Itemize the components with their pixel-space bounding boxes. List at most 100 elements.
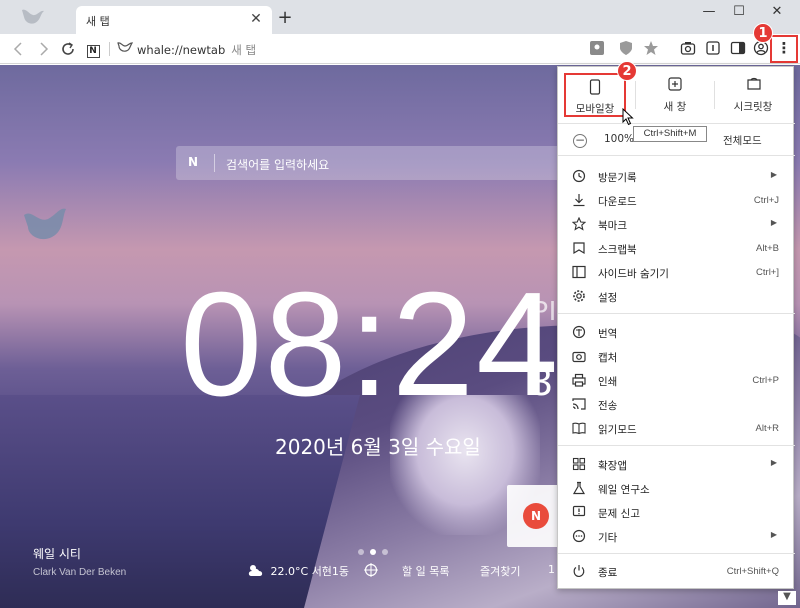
scroll-down-arrow-icon[interactable]: ▼ xyxy=(778,591,796,605)
menu-item-bookmark[interactable]: 북마크 ▶ xyxy=(558,213,795,237)
menu-top-separator xyxy=(714,81,715,109)
menu-item-translate[interactable]: 번역 xyxy=(558,321,795,345)
clock-seconds: 3 xyxy=(530,360,553,404)
menu-item-label: 북마크 xyxy=(598,220,627,232)
title-bar: 새 탭 ✕ + — ☐ ✕ xyxy=(0,0,800,34)
background-place[interactable]: 웨일 시티 xyxy=(33,545,81,562)
naver-logo-icon: N xyxy=(188,155,199,169)
menu-separator xyxy=(558,313,795,314)
shield-icon[interactable] xyxy=(617,40,635,58)
submenu-arrow-icon: ▶ xyxy=(770,530,777,539)
address-bar[interactable]: whale://newtab 새 탭 xyxy=(137,42,256,58)
reader-icon[interactable] xyxy=(704,40,722,58)
download-icon xyxy=(572,193,586,207)
partial-bottom-item[interactable]: 1 xyxy=(548,563,555,576)
back-icon[interactable] xyxy=(10,40,28,58)
weather-temp: 22.0°C xyxy=(270,565,309,578)
url-text: whale://newtab xyxy=(137,43,226,57)
phone-icon xyxy=(588,79,602,95)
menu-item-print[interactable]: 인쇄 Ctrl+P xyxy=(558,369,795,393)
cast-icon xyxy=(572,397,586,411)
menu-item-sidebar[interactable]: 사이드바 숨기기 Ctrl+] xyxy=(558,261,795,285)
print-icon xyxy=(572,373,586,387)
report-icon xyxy=(572,505,586,519)
todo-link[interactable]: 할 일 목록 xyxy=(402,563,449,579)
pager-dot[interactable] xyxy=(358,549,364,555)
new-tab-button[interactable]: + xyxy=(276,9,294,27)
menu-separator xyxy=(558,553,795,554)
menu-item-scrapbook[interactable]: 스크랩북 Alt+B xyxy=(558,237,795,261)
maximize-button[interactable]: ☐ xyxy=(727,2,751,22)
whale-logo-icon xyxy=(22,9,44,24)
zoom-out-button[interactable]: − xyxy=(573,134,587,148)
star-icon xyxy=(571,216,587,231)
secret-window-button[interactable]: 시크릿창 xyxy=(722,73,784,117)
bookmark-star-icon[interactable] xyxy=(642,40,660,58)
clock-date: 2020년 6월 3일 수요일 xyxy=(275,435,481,459)
zoom-level: 100% xyxy=(604,133,635,145)
menu-item-label: 기타 xyxy=(598,532,618,544)
pager-dot-active[interactable] xyxy=(370,549,376,555)
new-window-icon xyxy=(668,77,682,93)
menu-item-reading-mode[interactable]: 읽기모드 Alt+R xyxy=(558,417,795,441)
photographer-credit[interactable]: Clark Van Der Beken xyxy=(33,567,126,578)
menu-item-history[interactable]: 방문기록 ▶ xyxy=(558,165,795,189)
menu-item-label: 사이드바 숨기기 xyxy=(598,268,669,280)
sidebar-toggle-icon[interactable] xyxy=(729,40,747,58)
background-pager xyxy=(358,545,394,558)
tab-close-icon[interactable]: ✕ xyxy=(248,11,264,27)
weather-widget[interactable]: 22.0°C 서현1동 xyxy=(247,563,349,579)
menu-item-cast[interactable]: 전송 xyxy=(558,393,795,417)
menu-item-whale-labs[interactable]: 웨일 연구소 xyxy=(558,477,795,501)
main-menu-button[interactable]: ⋮ xyxy=(770,35,798,63)
gear-icon xyxy=(572,289,586,303)
history-icon xyxy=(572,169,586,183)
more-icon xyxy=(572,529,586,543)
new-window-button[interactable]: 새 창 xyxy=(644,73,706,117)
favorites-link[interactable]: 즐겨찾기 xyxy=(480,563,520,579)
whale-bird-icon[interactable] xyxy=(22,205,68,245)
menu-item-label: 번역 xyxy=(598,328,618,340)
annotation-badge-2: 2 xyxy=(617,61,637,81)
power-icon xyxy=(572,564,586,578)
url-separator xyxy=(109,42,110,56)
menu-item-shortcut: Alt+B xyxy=(756,243,779,254)
search-separator xyxy=(214,154,215,172)
location-icon[interactable] xyxy=(588,40,606,58)
translate-icon xyxy=(572,325,586,339)
forward-icon[interactable] xyxy=(34,40,52,58)
toolbar: N whale://newtab 새 탭 ⋮ xyxy=(0,34,800,64)
menu-item-label: 다운로드 xyxy=(598,196,637,208)
search-box[interactable]: N 검색어를 입력하세요 xyxy=(176,146,566,180)
menu-item-capture[interactable]: 캡처 xyxy=(558,345,795,369)
menu-item-label: 웨일 연구소 xyxy=(598,484,650,496)
menu-item-settings[interactable]: 설정 xyxy=(558,285,795,309)
menu-window-options: 모바일창 새 창 시크릿창 xyxy=(558,67,795,124)
annotation-badge-1: 1 xyxy=(753,23,773,43)
tab-new-tab[interactable]: 새 탭 ✕ xyxy=(76,6,272,34)
mobile-window-button[interactable]: 모바일창 xyxy=(564,73,626,117)
target-icon[interactable] xyxy=(364,563,378,580)
fullscreen-button[interactable]: 전체모드 xyxy=(723,133,762,148)
sidebar-icon xyxy=(572,265,586,279)
minimize-button[interactable]: — xyxy=(697,2,721,22)
menu-item-download[interactable]: 다운로드 Ctrl+J xyxy=(558,189,795,213)
menu-item-shortcut: Ctrl+] xyxy=(756,267,779,278)
menu-item-report[interactable]: 문제 신고 xyxy=(558,501,795,525)
menu-item-exit[interactable]: 종료 Ctrl+Shift+Q xyxy=(558,560,795,584)
pager-dot[interactable] xyxy=(382,549,388,555)
weather-location: 서현1동 xyxy=(311,565,350,578)
menu-item-more[interactable]: 기타 ▶ xyxy=(558,525,795,549)
main-menu: 모바일창 새 창 시크릿창 − 100% 전체모드 방문기록 ▶ 다운로드 Ct… xyxy=(557,66,795,589)
secret-window-icon xyxy=(746,77,761,93)
reload-icon[interactable] xyxy=(59,40,77,58)
menu-item-label: 종료 xyxy=(598,567,618,579)
close-window-button[interactable]: ✕ xyxy=(765,2,789,22)
search-placeholder: 검색어를 입력하세요 xyxy=(226,158,330,172)
submenu-arrow-icon: ▶ xyxy=(770,458,777,467)
menu-item-label: 설정 xyxy=(598,292,618,304)
menu-item-extensions[interactable]: 확장앱 ▶ xyxy=(558,453,795,477)
naver-home-icon[interactable]: N xyxy=(84,40,102,58)
clock-ampm: PI xyxy=(530,295,557,326)
capture-icon[interactable] xyxy=(679,40,697,58)
